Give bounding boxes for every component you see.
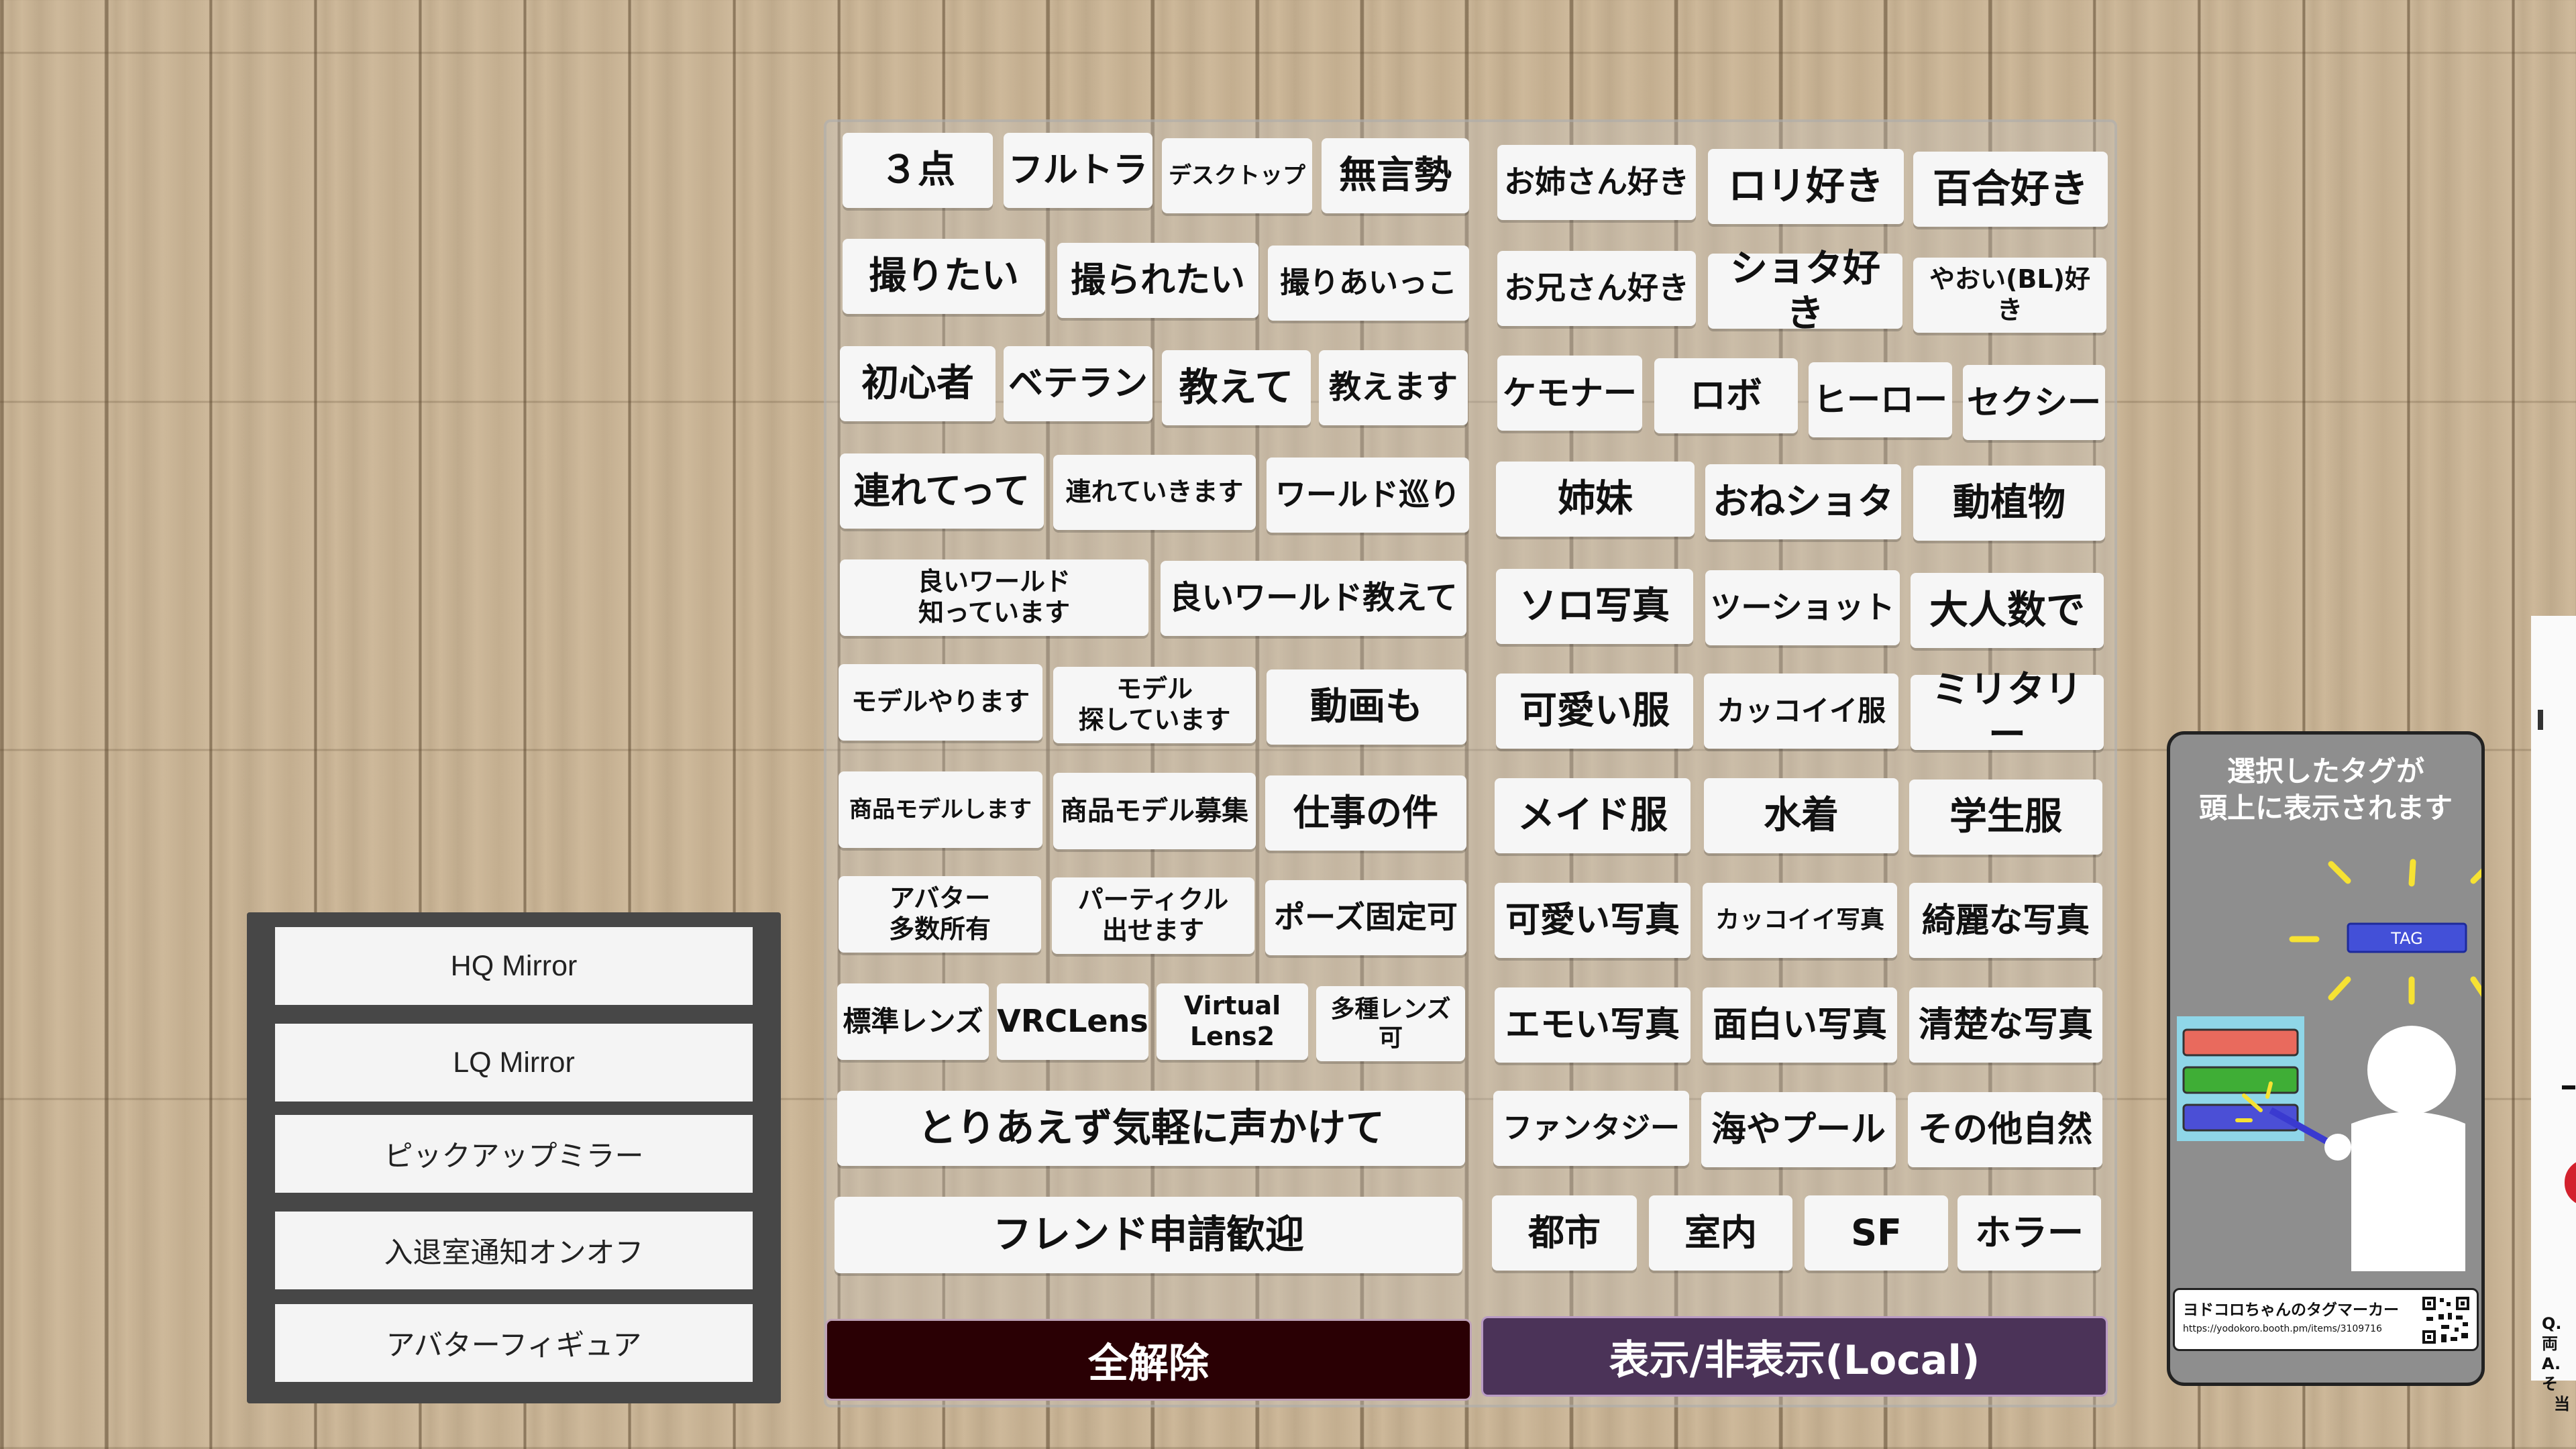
tag-particle[interactable]: パーティクル 出せます xyxy=(1052,877,1254,954)
lq-mirror-button[interactable]: LQ Mirror xyxy=(275,1024,753,1102)
tag-douga[interactable]: 動画も xyxy=(1267,669,1466,745)
tag-kawaii-shashin[interactable]: 可愛い写真 xyxy=(1495,883,1690,958)
tag-gakuseifuku[interactable]: 学生服 xyxy=(1909,780,2102,855)
tag-shigoto[interactable]: 仕事の件 xyxy=(1265,775,1466,851)
tag-veteran[interactable]: ベテラン xyxy=(1004,346,1152,421)
tag-horror[interactable]: ホラー xyxy=(1957,1195,2101,1271)
tag-shoshinsha[interactable]: 初心者 xyxy=(840,346,996,421)
tag-shimai[interactable]: 姉妹 xyxy=(1496,462,1695,537)
mirror-control-panel: HQ Mirror LQ Mirror ピックアップミラー 入退室通知オンオフ … xyxy=(247,912,781,1403)
tag-desktop[interactable]: デスクトップ xyxy=(1162,138,1312,213)
tag-mizugi[interactable]: 水着 xyxy=(1704,778,1898,853)
tag-robo[interactable]: ロボ xyxy=(1654,358,1798,433)
tag-toriaikko[interactable]: 撮りあいっこ xyxy=(1268,246,1469,321)
tag-model-yarimasu[interactable]: モデルやります xyxy=(839,664,1042,741)
tag-pose-kotei[interactable]: ポーズ固定可 xyxy=(1265,880,1466,955)
tag-marker-info-card: ヨドコロちゃんのタグマーカー https://yodokoro.booth.pm… xyxy=(2173,1288,2479,1351)
tag-shota[interactable]: ショタ好き xyxy=(1708,247,1902,335)
tag-oniisan[interactable]: お兄さん好き xyxy=(1497,251,1696,326)
tag-toriaezu[interactable]: とりあえず気軽に声かけて xyxy=(837,1091,1465,1166)
tag-oshiemasu[interactable]: 教えます xyxy=(1319,350,1468,425)
avatar-figure-button[interactable]: アバターフィギュア xyxy=(275,1304,753,1382)
tag-kakkoii-shashin[interactable]: カッコイイ写真 xyxy=(1703,883,1897,958)
pickup-mirror-button[interactable]: ピックアップミラー xyxy=(275,1115,753,1193)
tag-friend-shinsei[interactable]: フレンド申請歓迎 xyxy=(835,1197,1462,1273)
tag-badge-label: TAG xyxy=(2390,929,2422,948)
tag-marker-instruction-sign: 選択したタグが 頭上に表示されます TAG ヨドコロちゃんのタグマーカー htt… xyxy=(2167,731,2485,1386)
clear-all-button[interactable]: 全解除 xyxy=(825,1319,1472,1401)
tag-military[interactable]: ミリタリー xyxy=(1911,668,2104,757)
tag-omoshiroi-shashin[interactable]: 面白い写真 xyxy=(1703,987,1897,1063)
tag-oneshota[interactable]: おねショタ xyxy=(1705,464,1901,539)
tag-two-shot[interactable]: ツーショット xyxy=(1705,570,1900,645)
tag-world-meguri[interactable]: ワールド巡り xyxy=(1267,458,1469,533)
tag-yoi-world-shitte[interactable]: 良いワールド 知っています xyxy=(840,559,1148,636)
tag-avatar-tasuu[interactable]: アバター 多数所有 xyxy=(839,876,1041,953)
tag-toshi[interactable]: 都市 xyxy=(1492,1195,1637,1271)
tag-toritai[interactable]: 撮りたい xyxy=(843,239,1045,314)
tag-mugonzei[interactable]: 無言勢 xyxy=(1322,138,1469,213)
card-title: ヨドコロちゃんのタグマーカー xyxy=(2183,1301,2399,1319)
tag-yaoi[interactable]: やおい(BL)好き xyxy=(1913,258,2106,333)
tag-shouhin-model-boshu[interactable]: 商品モデル募集 xyxy=(1053,773,1256,849)
faq-q-text: Q.両 xyxy=(2542,1314,2562,1353)
tag-virtual-lens2[interactable]: Virtual Lens2 xyxy=(1157,983,1308,1060)
tag-seiso-shashin[interactable]: 清楚な写真 xyxy=(1909,987,2102,1063)
tag-kemoner[interactable]: ケモナー xyxy=(1497,356,1642,431)
tag-hero[interactable]: ヒーロー xyxy=(1809,362,1952,437)
faq-a-text: A.そ xyxy=(2542,1354,2561,1393)
tag-oneesan[interactable]: お姉さん好き xyxy=(1497,145,1696,220)
tag-toraretai[interactable]: 撮られたい xyxy=(1057,243,1258,318)
tag-sexy[interactable]: セクシー xyxy=(1963,365,2105,440)
faq-more-text: 当 xyxy=(2554,1395,2570,1413)
tag-shouhin-model-shimasu[interactable]: 商品モデルします xyxy=(839,771,1042,848)
tag-doushokubutsu[interactable]: 動植物 xyxy=(1913,466,2105,541)
tag-umi-pool[interactable]: 海やプール xyxy=(1701,1092,1896,1167)
card-url: https://yodokoro.booth.pm/items/3109716 xyxy=(2183,1324,2382,1334)
tag-kakkoii-fuku[interactable]: カッコイイ服 xyxy=(1704,674,1898,749)
tag-sonota-shizen[interactable]: その他自然 xyxy=(1908,1092,2102,1167)
tag-marker-illustration: TAG xyxy=(2177,859,2481,1271)
tag-kawaii-fuku[interactable]: 可愛い服 xyxy=(1496,674,1693,749)
person-body xyxy=(2351,1112,2465,1271)
tag-yoi-world-oshiete[interactable]: 良いワールド教えて xyxy=(1161,561,1466,636)
person-head xyxy=(2367,1026,2456,1114)
tag-fulltra[interactable]: フルトラ xyxy=(1004,133,1152,208)
tag-tsuretette[interactable]: 連れてって xyxy=(840,453,1044,529)
tag-lori[interactable]: ロリ好き xyxy=(1708,149,1904,224)
tag-kirei-shashin[interactable]: 綺麗な写真 xyxy=(1909,883,2102,958)
tag-hyoujun-lens[interactable]: 標準レンズ xyxy=(837,983,989,1060)
tag-oninzu[interactable]: 大人数で xyxy=(1911,573,2104,648)
tag-3ten[interactable]: ３点 xyxy=(843,133,993,208)
tag-sf[interactable]: SF xyxy=(1805,1195,1948,1271)
tag-emoi-shashin[interactable]: エモい写真 xyxy=(1495,987,1690,1063)
tag-solo-shashin[interactable]: ソロ写真 xyxy=(1496,569,1693,644)
tag-vrclens[interactable]: VRCLens xyxy=(997,983,1148,1060)
adjacent-sign-edge: Q.両 A.そ 当 xyxy=(2531,616,2576,1413)
tag-oshiete[interactable]: 教えて xyxy=(1162,350,1311,425)
qr-code-icon xyxy=(2421,1295,2471,1345)
hq-mirror-button[interactable]: HQ Mirror xyxy=(275,927,753,1005)
tag-yuri[interactable]: 百合好き xyxy=(1913,152,2108,227)
toggle-display-button[interactable]: 表示/非表示(Local) xyxy=(1481,1316,2108,1397)
join-leave-notify-button[interactable]: 入退室通知オンオフ xyxy=(275,1212,753,1289)
tag-maid-fuku[interactable]: メイド服 xyxy=(1495,778,1690,853)
tag-shitsunai[interactable]: 室内 xyxy=(1649,1195,1792,1271)
tag-tsureteikimasu[interactable]: 連れていきます xyxy=(1053,455,1256,530)
tag-fantasy[interactable]: ファンタジー xyxy=(1493,1091,1689,1166)
tag-model-sagashite[interactable]: モデル 探しています xyxy=(1053,667,1256,743)
tag-tashu-lens[interactable]: 多種レンズ可 xyxy=(1316,986,1465,1061)
